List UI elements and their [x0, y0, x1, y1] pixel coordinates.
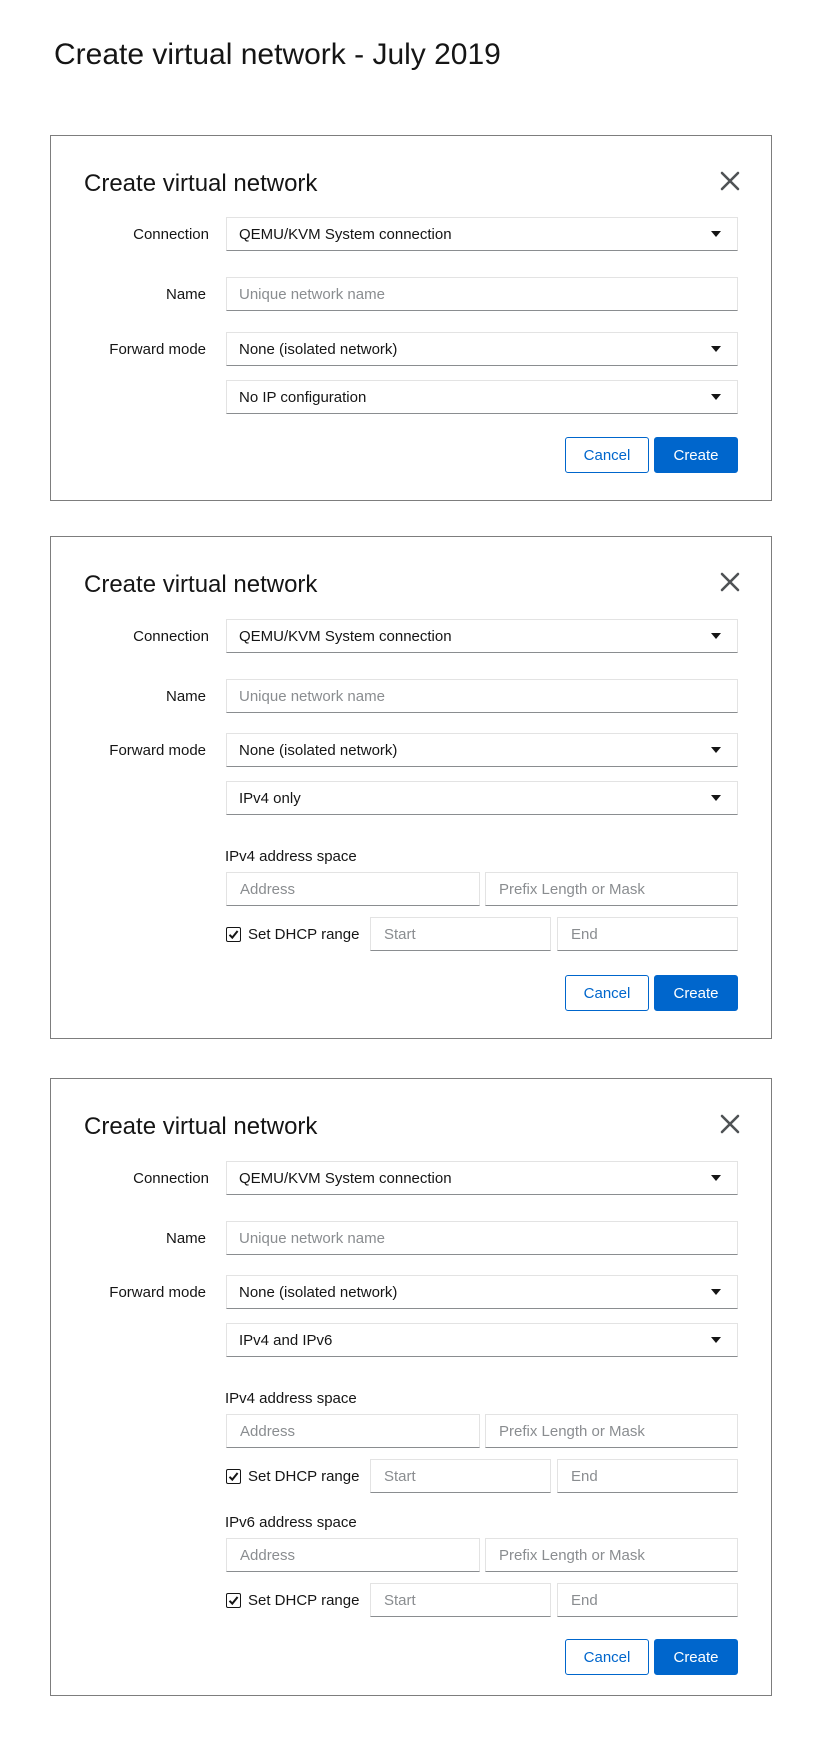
caret-down-icon — [711, 346, 721, 352]
ipv4-address-input[interactable]: Address — [226, 1414, 480, 1448]
close-button[interactable] — [719, 170, 741, 192]
close-icon — [720, 171, 740, 191]
ipv4-dhcp-checkbox[interactable]: Set DHCP range — [226, 1459, 359, 1493]
page-title: Create virtual network - July 2019 — [54, 38, 501, 71]
caret-down-icon — [711, 394, 721, 400]
ipv6-prefix-input[interactable]: Prefix Length or Mask — [485, 1538, 738, 1572]
checkmark-icon — [228, 1471, 239, 1481]
close-icon — [720, 1114, 740, 1134]
ipv4-prefix-input[interactable]: Prefix Length or Mask — [485, 872, 738, 906]
caret-down-icon — [711, 1289, 721, 1295]
connection-select[interactable]: QEMU/KVM System connection — [226, 1161, 738, 1195]
ipv4-address-space-label: IPv4 address space — [225, 1390, 357, 1407]
checkmark-icon — [228, 1595, 239, 1605]
caret-down-icon — [711, 747, 721, 753]
forward-mode-select[interactable]: None (isolated network) — [226, 332, 738, 366]
ip-config-value: IPv4 only — [239, 789, 301, 807]
name-label: Name — [165, 1230, 206, 1247]
close-button[interactable] — [719, 1113, 741, 1135]
dialog-title: Create virtual network — [84, 170, 318, 197]
checkbox-box[interactable] — [226, 1592, 241, 1608]
close-button[interactable] — [719, 571, 741, 593]
ipv4-prefix-input[interactable]: Prefix Length or Mask — [485, 1414, 738, 1448]
connection-label: Connection — [133, 226, 209, 243]
create-network-dialog-ipv4-ipv6: Create virtual network Connection QEMU/K… — [50, 1078, 772, 1696]
ip-config-value: No IP configuration — [239, 388, 367, 406]
forward-mode-value: None (isolated network) — [239, 1283, 398, 1301]
dhcp-label: Set DHCP range — [248, 1467, 360, 1485]
name-placeholder: Unique network name — [239, 687, 385, 705]
connection-select[interactable]: QEMU/KVM System connection — [226, 619, 738, 653]
dialog-title: Create virtual network — [84, 571, 318, 598]
connection-select[interactable]: QEMU/KVM System connection — [226, 217, 738, 251]
name-input[interactable]: Unique network name — [226, 679, 738, 713]
caret-down-icon — [711, 633, 721, 639]
ipv4-dhcp-checkbox[interactable]: Set DHCP range — [226, 917, 359, 951]
dialog-title: Create virtual network — [84, 1113, 318, 1140]
forward-mode-label: Forward mode — [109, 1284, 206, 1301]
ip-config-select[interactable]: IPv4 only — [226, 781, 738, 815]
checkbox-box[interactable] — [226, 926, 241, 942]
dhcp-label: Set DHCP range — [248, 1591, 360, 1609]
checkmark-icon — [228, 929, 239, 939]
forward-mode-select[interactable]: None (isolated network) — [226, 1275, 738, 1309]
connection-value: QEMU/KVM System connection — [239, 1169, 452, 1187]
create-button[interactable]: Create — [654, 975, 738, 1011]
ipv6-dhcp-end-input[interactable]: End — [557, 1583, 738, 1617]
caret-down-icon — [711, 1175, 721, 1181]
create-network-dialog-ipv4: Create virtual network Connection QEMU/K… — [50, 536, 772, 1039]
forward-mode-label: Forward mode — [109, 341, 206, 358]
forward-mode-label: Forward mode — [109, 742, 206, 759]
connection-label: Connection — [133, 1170, 209, 1187]
name-input[interactable]: Unique network name — [226, 1221, 738, 1255]
dhcp-label: Set DHCP range — [248, 925, 360, 943]
caret-down-icon — [711, 231, 721, 237]
create-network-dialog-no-ip: Create virtual network Connection QEMU/K… — [50, 135, 772, 501]
forward-mode-select[interactable]: None (isolated network) — [226, 733, 738, 767]
ipv4-dhcp-end-input[interactable]: End — [557, 917, 738, 951]
caret-down-icon — [711, 1337, 721, 1343]
cancel-button[interactable]: Cancel — [565, 975, 649, 1011]
name-label: Name — [165, 688, 206, 705]
create-button[interactable]: Create — [654, 1639, 738, 1675]
ip-config-select[interactable]: IPv4 and IPv6 — [226, 1323, 738, 1357]
ipv4-address-space-label: IPv4 address space — [225, 848, 357, 865]
name-label: Name — [165, 286, 206, 303]
ipv4-address-input[interactable]: Address — [226, 872, 480, 906]
ipv4-dhcp-start-input[interactable]: Start — [370, 1459, 551, 1493]
ip-config-select[interactable]: No IP configuration — [226, 380, 738, 414]
ip-config-value: IPv4 and IPv6 — [239, 1331, 333, 1349]
forward-mode-value: None (isolated network) — [239, 340, 398, 358]
ipv6-address-input[interactable]: Address — [226, 1538, 480, 1572]
ipv6-dhcp-checkbox[interactable]: Set DHCP range — [226, 1583, 359, 1617]
create-button[interactable]: Create — [654, 437, 738, 473]
checkbox-box[interactable] — [226, 1468, 241, 1484]
ipv6-dhcp-start-input[interactable]: Start — [370, 1583, 551, 1617]
cancel-button[interactable]: Cancel — [565, 437, 649, 473]
connection-value: QEMU/KVM System connection — [239, 627, 452, 645]
ipv4-dhcp-end-input[interactable]: End — [557, 1459, 738, 1493]
ipv6-address-space-label: IPv6 address space — [225, 1514, 357, 1531]
close-icon — [720, 572, 740, 592]
name-input[interactable]: Unique network name — [226, 277, 738, 311]
name-placeholder: Unique network name — [239, 1229, 385, 1247]
connection-value: QEMU/KVM System connection — [239, 225, 452, 243]
connection-label: Connection — [133, 628, 209, 645]
name-placeholder: Unique network name — [239, 285, 385, 303]
cancel-button[interactable]: Cancel — [565, 1639, 649, 1675]
forward-mode-value: None (isolated network) — [239, 741, 398, 759]
ipv4-dhcp-start-input[interactable]: Start — [370, 917, 551, 951]
caret-down-icon — [711, 795, 721, 801]
